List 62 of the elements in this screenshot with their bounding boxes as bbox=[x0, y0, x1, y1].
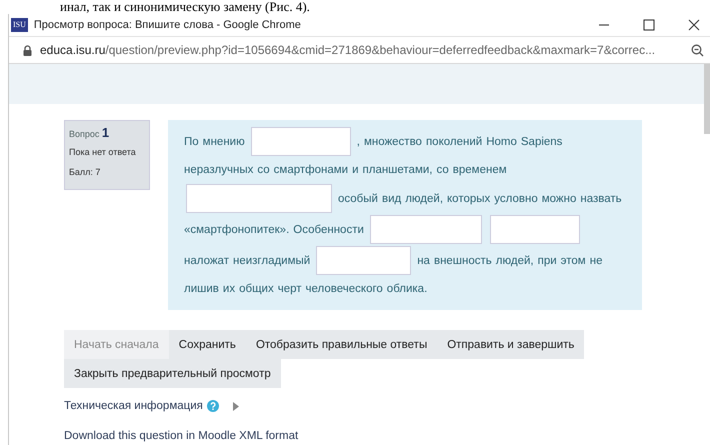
question-text: Особенности bbox=[293, 222, 364, 238]
scrollbar[interactable] bbox=[704, 64, 710, 134]
close-icon[interactable] bbox=[688, 19, 700, 31]
question-text: на bbox=[417, 254, 430, 268]
answer-field[interactable] bbox=[490, 215, 580, 244]
question-text: при bbox=[538, 254, 557, 268]
maximize-icon[interactable] bbox=[643, 19, 655, 31]
question-text: лишив bbox=[184, 282, 219, 297]
question-text: неизгладимый bbox=[232, 254, 310, 268]
question-text: не bbox=[590, 254, 602, 268]
question-text: облика. bbox=[386, 282, 428, 297]
question-text: планшетами, bbox=[362, 163, 432, 178]
answer-field[interactable] bbox=[316, 246, 412, 275]
question-text: человеческого bbox=[306, 282, 383, 297]
question-text: черт bbox=[278, 282, 302, 297]
question-text: людей, bbox=[496, 254, 534, 268]
question-text: смартфонами bbox=[274, 163, 348, 178]
expand-arrow-icon[interactable] bbox=[232, 402, 239, 410]
help-icon[interactable] bbox=[206, 400, 219, 412]
question-text: множество bbox=[364, 134, 422, 150]
action-button[interactable]: Закрыть предварительный просмотр bbox=[64, 359, 281, 388]
question-text: мнению bbox=[202, 134, 245, 150]
action-button[interactable]: Сохранить bbox=[168, 330, 246, 359]
question-text: Sapiens bbox=[520, 134, 562, 150]
lock-icon bbox=[23, 44, 32, 56]
question-text: По bbox=[184, 134, 199, 150]
answer-state: Пока нет ответа bbox=[69, 146, 137, 159]
site-logo-icon: ISU bbox=[11, 18, 28, 32]
question-text: их bbox=[222, 282, 236, 297]
tech-info-link[interactable]: Техническая информация bbox=[64, 400, 203, 412]
answer-field[interactable] bbox=[370, 215, 482, 244]
question-text: назвать bbox=[580, 192, 622, 206]
question-text: условно bbox=[494, 192, 538, 206]
question-text: этом bbox=[560, 254, 586, 268]
window-title: Просмотр вопроса: Впишите слова - Google Chrome bbox=[34, 19, 302, 31]
document-text: инал, так и синонимическую замену (Рис. 4). bbox=[59, 0, 311, 14]
question-text: вид bbox=[382, 192, 402, 206]
answer-field[interactable] bbox=[250, 127, 351, 156]
question-text: временем bbox=[452, 163, 507, 178]
question-text: наложат bbox=[184, 254, 229, 268]
question-text: и bbox=[352, 163, 358, 178]
question-text: со bbox=[257, 163, 270, 178]
question-text: общих bbox=[239, 282, 274, 297]
action-button[interactable]: Отобразить правильные ответы bbox=[246, 330, 438, 359]
question-text: «смартфонопитек». bbox=[184, 222, 290, 238]
question-text: людей, bbox=[405, 192, 444, 206]
question-number: Вопрос 1 bbox=[69, 125, 110, 142]
question-text: которых bbox=[447, 192, 490, 206]
address-field[interactable]: educa.isu.ru/question/preview.php?id=1056694&cmid=271869&behaviour=deferredfeedback&maxmark=7&correc... bbox=[40, 43, 683, 57]
question-text: со bbox=[436, 163, 449, 178]
question-text: особый bbox=[338, 192, 378, 206]
question-text: можно bbox=[542, 192, 576, 206]
question-grade: Балл: 7 bbox=[69, 166, 102, 179]
question-text: Homo bbox=[486, 134, 517, 150]
download-link[interactable]: Download this question in Moodle XML format bbox=[64, 430, 298, 442]
answer-field[interactable] bbox=[186, 184, 332, 213]
zoom-icon[interactable] bbox=[691, 44, 704, 56]
question-text: , bbox=[356, 134, 360, 150]
question-text: поколений bbox=[426, 134, 482, 150]
question-text: неразлучных bbox=[184, 163, 254, 178]
action-button[interactable]: Отправить и завершить bbox=[437, 330, 584, 359]
question-text: внешность bbox=[434, 254, 492, 268]
